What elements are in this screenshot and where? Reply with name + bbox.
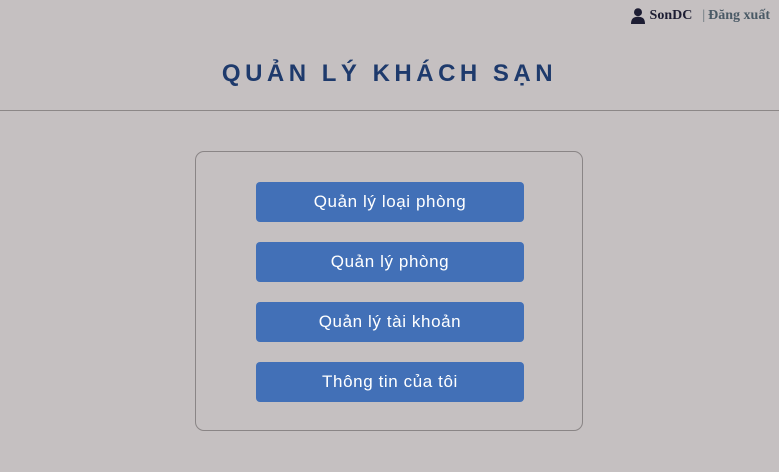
- room-management-button[interactable]: Quản lý phòng: [256, 242, 524, 282]
- room-type-management-button[interactable]: Quản lý loại phòng: [256, 182, 524, 222]
- header-divider: [0, 110, 779, 111]
- my-info-button[interactable]: Thông tin của tôi: [256, 362, 524, 402]
- user-bar: SonDC | Đăng xuất: [630, 8, 770, 24]
- page-title: QUẢN LÝ KHÁCH SẠN: [221, 60, 558, 87]
- logout-link[interactable]: Đăng xuất: [708, 8, 770, 24]
- menu-panel: Quản lý loại phòng Quản lý phòng Quản lý…: [195, 151, 583, 431]
- separator: |: [702, 8, 706, 23]
- account-management-button[interactable]: Quản lý tài khoản: [256, 302, 524, 342]
- user-icon: [630, 8, 645, 24]
- username-label: SonDC: [649, 8, 693, 23]
